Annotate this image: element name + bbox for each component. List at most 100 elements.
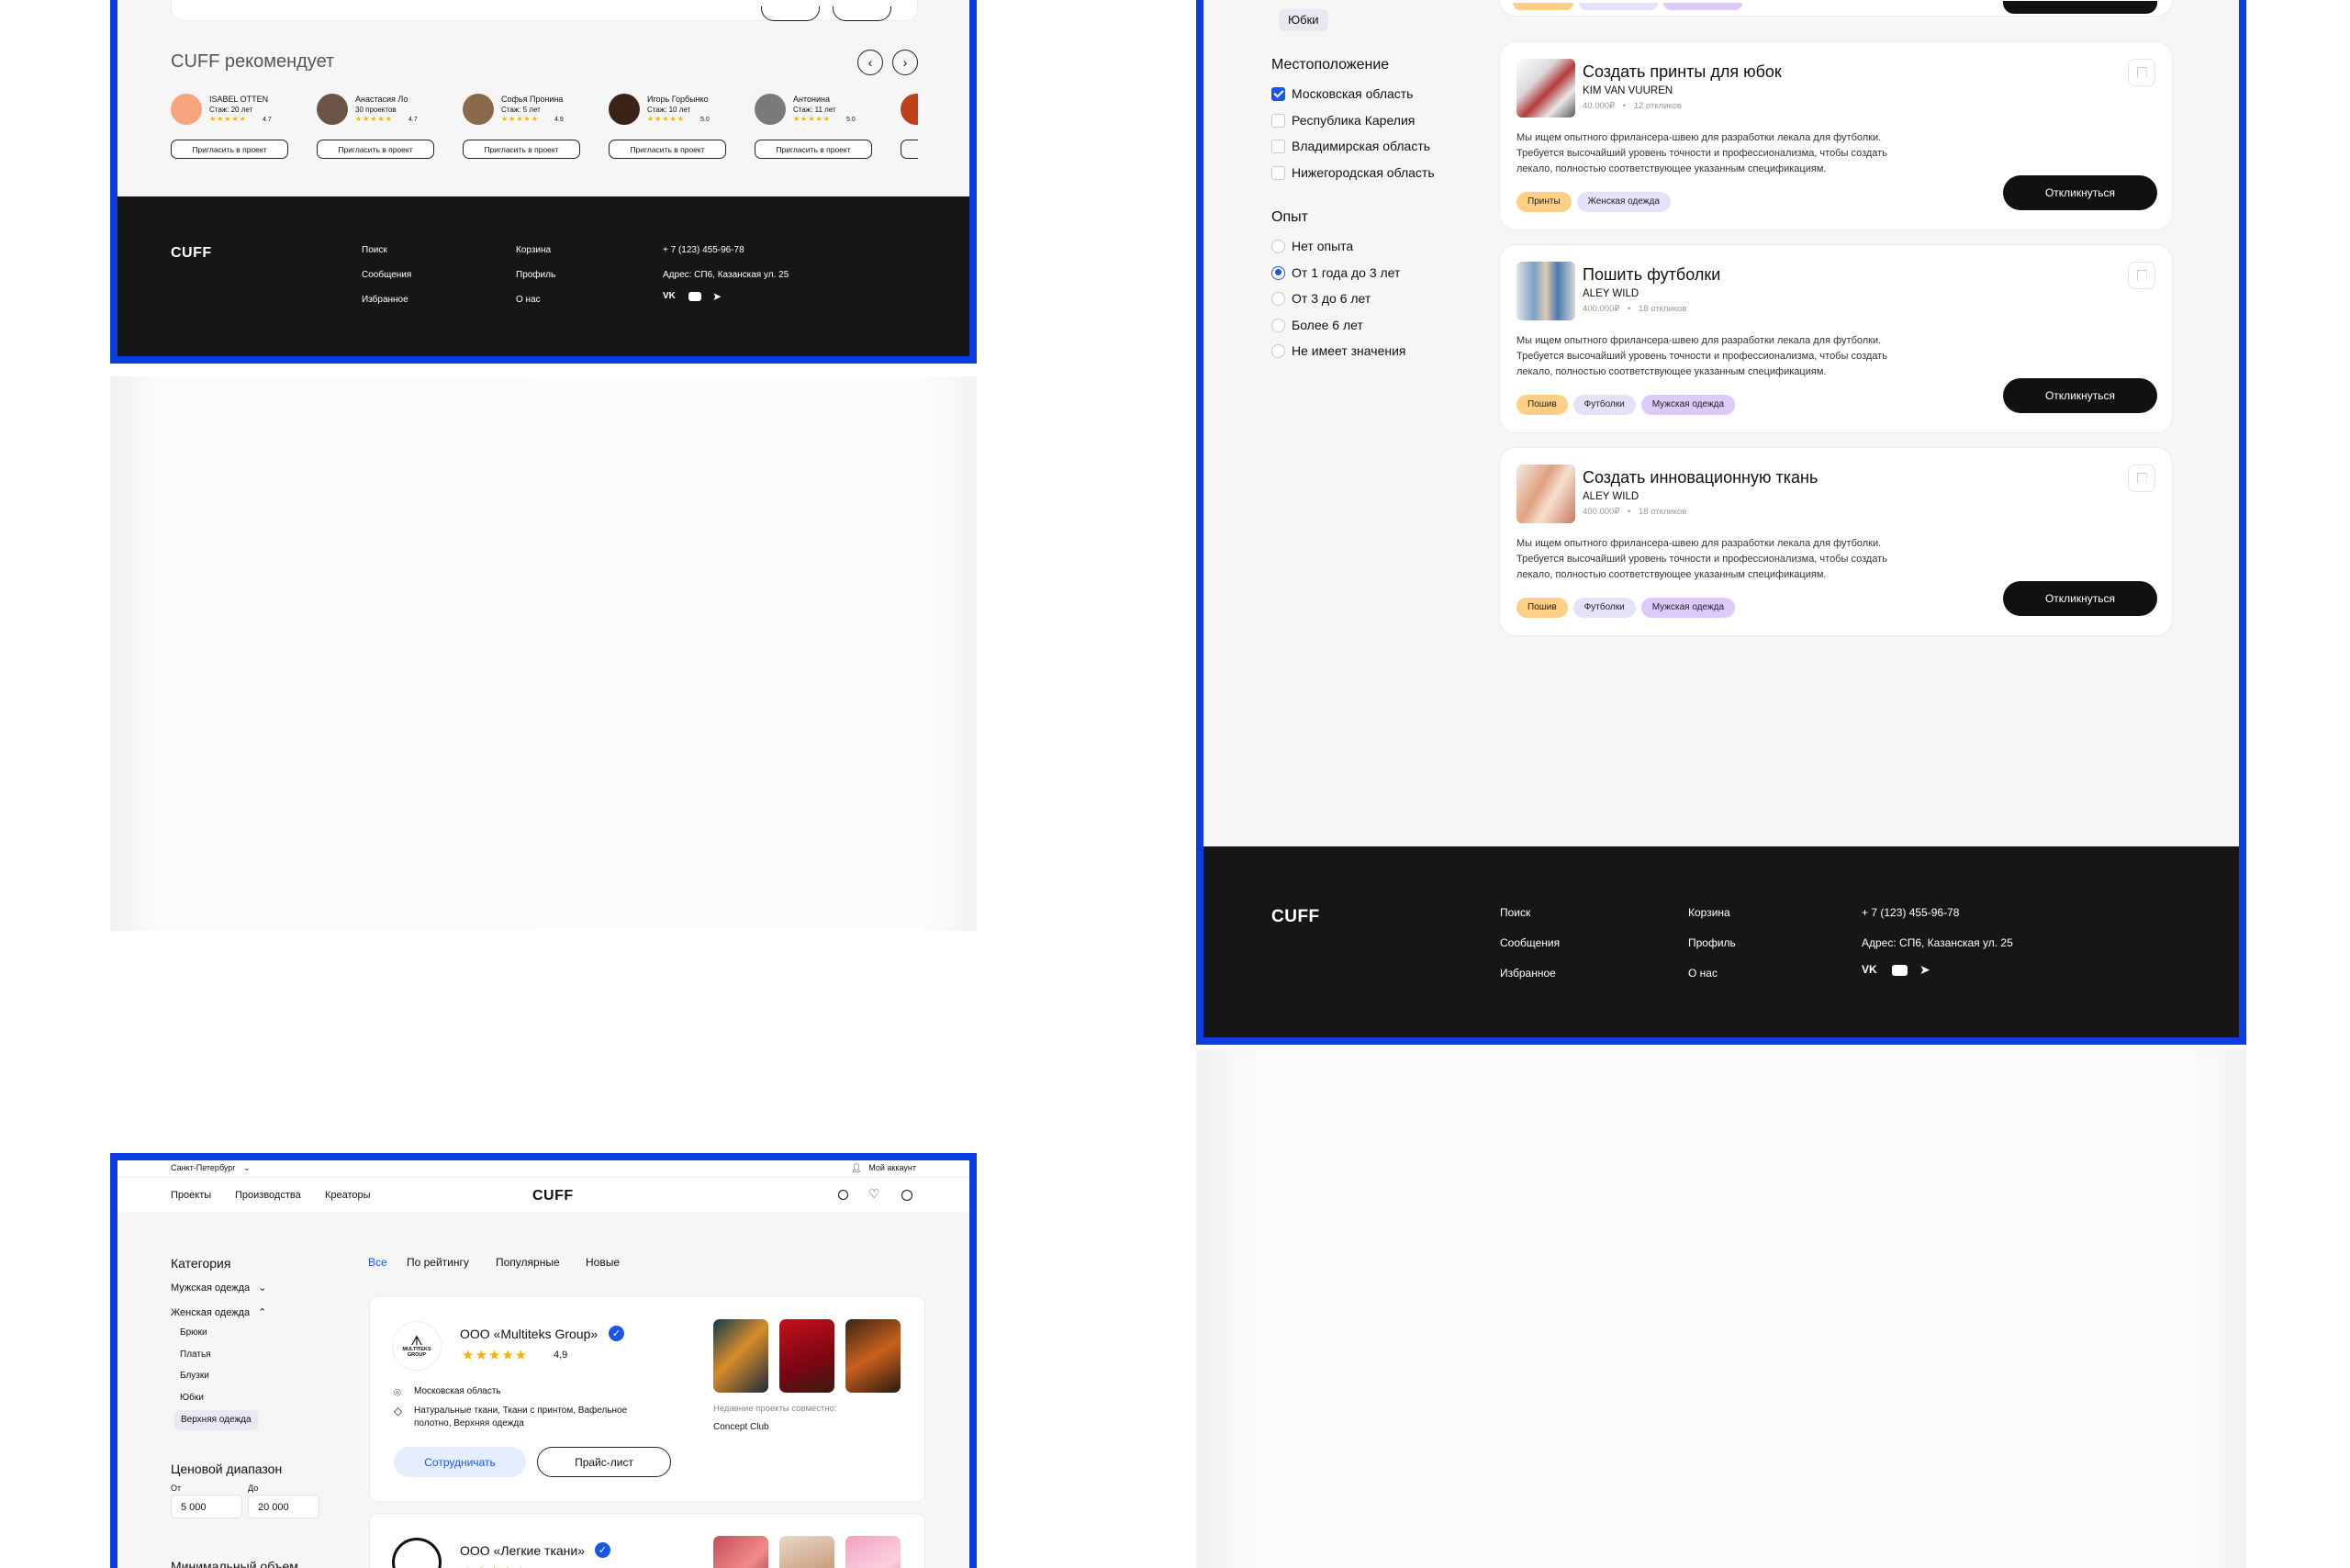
invite-button[interactable]: Пригласить в проект <box>171 140 288 159</box>
avatar[interactable] <box>901 94 918 125</box>
nav-creators[interactable]: Креаторы <box>325 1190 371 1201</box>
tab-popular[interactable]: Популярные <box>496 1256 560 1269</box>
project-thumbnail[interactable] <box>713 1319 768 1393</box>
experience-radio[interactable] <box>1271 240 1285 253</box>
project-tag[interactable]: Женская одежда <box>1576 192 1671 212</box>
invite-button[interactable] <box>901 140 918 159</box>
subcategory-trousers[interactable]: Брюки <box>180 1327 207 1338</box>
person-name[interactable]: Софья Пронина <box>501 95 563 104</box>
vk-icon[interactable]: VK <box>663 291 676 301</box>
project-thumbnail[interactable] <box>845 1536 901 1568</box>
project-thumbnail[interactable] <box>713 1536 768 1568</box>
project-thumbnail[interactable] <box>779 1536 834 1568</box>
project-author[interactable]: ALEY WILD <box>1583 288 1639 299</box>
project-author[interactable]: KIM VAN VUUREN <box>1583 85 1673 96</box>
footer-link-messages[interactable]: Сообщения <box>362 270 411 280</box>
footer-link-favorites[interactable]: Избранное <box>362 295 408 305</box>
avatar[interactable] <box>463 94 494 125</box>
project-author[interactable]: ALEY WILD <box>1583 491 1639 502</box>
experience-radio[interactable] <box>1271 318 1285 332</box>
person-name[interactable]: Анастасия Ло <box>355 95 408 104</box>
invite-button[interactable]: Пригласить в проект <box>463 140 580 159</box>
header-logo[interactable]: CUFF <box>532 1188 574 1204</box>
project-thumbnail[interactable] <box>1516 465 1575 523</box>
search-icon[interactable] <box>838 1190 848 1200</box>
price-from-input[interactable]: 5 000 <box>171 1495 242 1518</box>
selected-chip[interactable]: Юбки <box>1279 9 1328 31</box>
footer-link-cart[interactable]: Корзина <box>516 245 551 255</box>
project-tag[interactable]: Футболки <box>1572 598 1636 618</box>
experience-radio[interactable] <box>1271 292 1285 306</box>
telegram-icon[interactable]: ➤ <box>1919 962 1930 978</box>
project-tag[interactable]: Мужская одежда <box>1640 395 1736 415</box>
experience-label[interactable]: Не имеет значения <box>1292 343 1405 358</box>
recent-partner[interactable]: Concept Club <box>713 1422 769 1432</box>
project-thumbnail[interactable] <box>779 1319 834 1393</box>
nav-projects[interactable]: Проекты <box>171 1190 211 1201</box>
footer-link-favorites[interactable]: Избранное <box>1500 967 1556 980</box>
chat-icon[interactable] <box>901 1190 912 1201</box>
tab-new[interactable]: Новые <box>586 1256 620 1269</box>
bookmark-icon[interactable] <box>2128 59 2155 86</box>
invite-button[interactable]: Пригласить в проект <box>609 140 726 159</box>
respond-button[interactable]: Откликнуться <box>2003 581 2157 616</box>
company-name[interactable]: ООО «Multiteks Group» <box>460 1327 598 1341</box>
tab-all[interactable]: Все <box>368 1256 387 1269</box>
vk-icon[interactable]: VK <box>1862 963 1877 976</box>
project-tag[interactable]: Мужская одежда <box>1640 598 1736 618</box>
city-selector[interactable]: Санкт-Петербург ⌄ <box>171 1163 251 1173</box>
price-to-input[interactable]: 20 000 <box>248 1495 319 1518</box>
footer-link-profile[interactable]: Профиль <box>1688 936 1736 949</box>
cooperate-button[interactable]: Сотрудничать <box>394 1447 526 1477</box>
footer-logo[interactable]: CUFF <box>1271 907 1320 927</box>
experience-label[interactable]: От 1 года до 3 лет <box>1292 265 1400 280</box>
category-men[interactable]: Мужская одежда ⌄ <box>171 1282 266 1294</box>
location-label[interactable]: Владимирская область <box>1292 139 1430 153</box>
location-checkbox[interactable] <box>1271 87 1285 101</box>
person-name[interactable]: Антонина <box>793 95 830 104</box>
carousel-prev-button[interactable]: ‹ <box>857 50 883 75</box>
footer-link-about[interactable]: О нас <box>516 295 541 305</box>
project-title[interactable]: Создать принты для юбок <box>1583 62 1782 82</box>
project-tag[interactable]: Принты <box>1516 192 1572 212</box>
location-label[interactable]: Московская область <box>1292 86 1413 101</box>
subcategory-outerwear-selected[interactable]: Верхняя одежда <box>174 1410 258 1430</box>
remnant-respond-button[interactable] <box>2003 1 2157 14</box>
footer-link-profile[interactable]: Профиль <box>516 270 555 280</box>
avatar[interactable] <box>317 94 348 125</box>
footer-link-search[interactable]: Поиск <box>1500 906 1530 919</box>
footer-link-about[interactable]: О нас <box>1688 967 1718 980</box>
footer-link-messages[interactable]: Сообщения <box>1500 936 1560 949</box>
experience-label[interactable]: От 3 до 6 лет <box>1292 291 1371 306</box>
subcategory-blouses[interactable]: Блузки <box>180 1371 209 1381</box>
account-link[interactable]: 👤︎ Мой аккаунт <box>851 1163 916 1173</box>
telegram-icon[interactable]: ➤ <box>712 290 722 303</box>
location-label[interactable]: Нижегородская область <box>1292 165 1435 180</box>
project-thumbnail[interactable] <box>1516 59 1575 118</box>
heart-icon[interactable]: ♡ <box>868 1186 880 1202</box>
project-thumbnail[interactable] <box>1516 262 1575 320</box>
tab-rating[interactable]: По рейтингу <box>407 1256 469 1269</box>
experience-label[interactable]: Более 6 лет <box>1292 318 1363 332</box>
avatar[interactable] <box>609 94 640 125</box>
top-card-button-2[interactable] <box>833 6 891 21</box>
project-tag[interactable]: Пошив <box>1516 395 1568 415</box>
top-card-button-1[interactable] <box>761 6 820 21</box>
invite-button[interactable]: Пригласить в проект <box>755 140 872 159</box>
experience-label[interactable]: Нет опыта <box>1292 239 1353 253</box>
experience-radio[interactable] <box>1271 344 1285 358</box>
location-checkbox[interactable] <box>1271 140 1285 153</box>
location-label[interactable]: Республика Карелия <box>1292 113 1415 128</box>
project-title[interactable]: Пошить футболки <box>1583 265 1720 285</box>
avatar[interactable] <box>755 94 786 125</box>
footer-logo[interactable]: CUFF <box>171 245 212 262</box>
respond-button[interactable]: Откликнуться <box>2003 175 2157 210</box>
person-name[interactable]: ISABEL OTTEN <box>209 95 268 104</box>
subcategory-dresses[interactable]: Платья <box>180 1350 211 1360</box>
project-thumbnail[interactable] <box>845 1319 901 1393</box>
footer-link-search[interactable]: Поиск <box>362 245 387 255</box>
youtube-icon[interactable] <box>1892 965 1908 976</box>
location-checkbox[interactable] <box>1271 113 1285 128</box>
carousel-next-button[interactable]: › <box>892 50 918 75</box>
avatar[interactable] <box>171 94 202 125</box>
